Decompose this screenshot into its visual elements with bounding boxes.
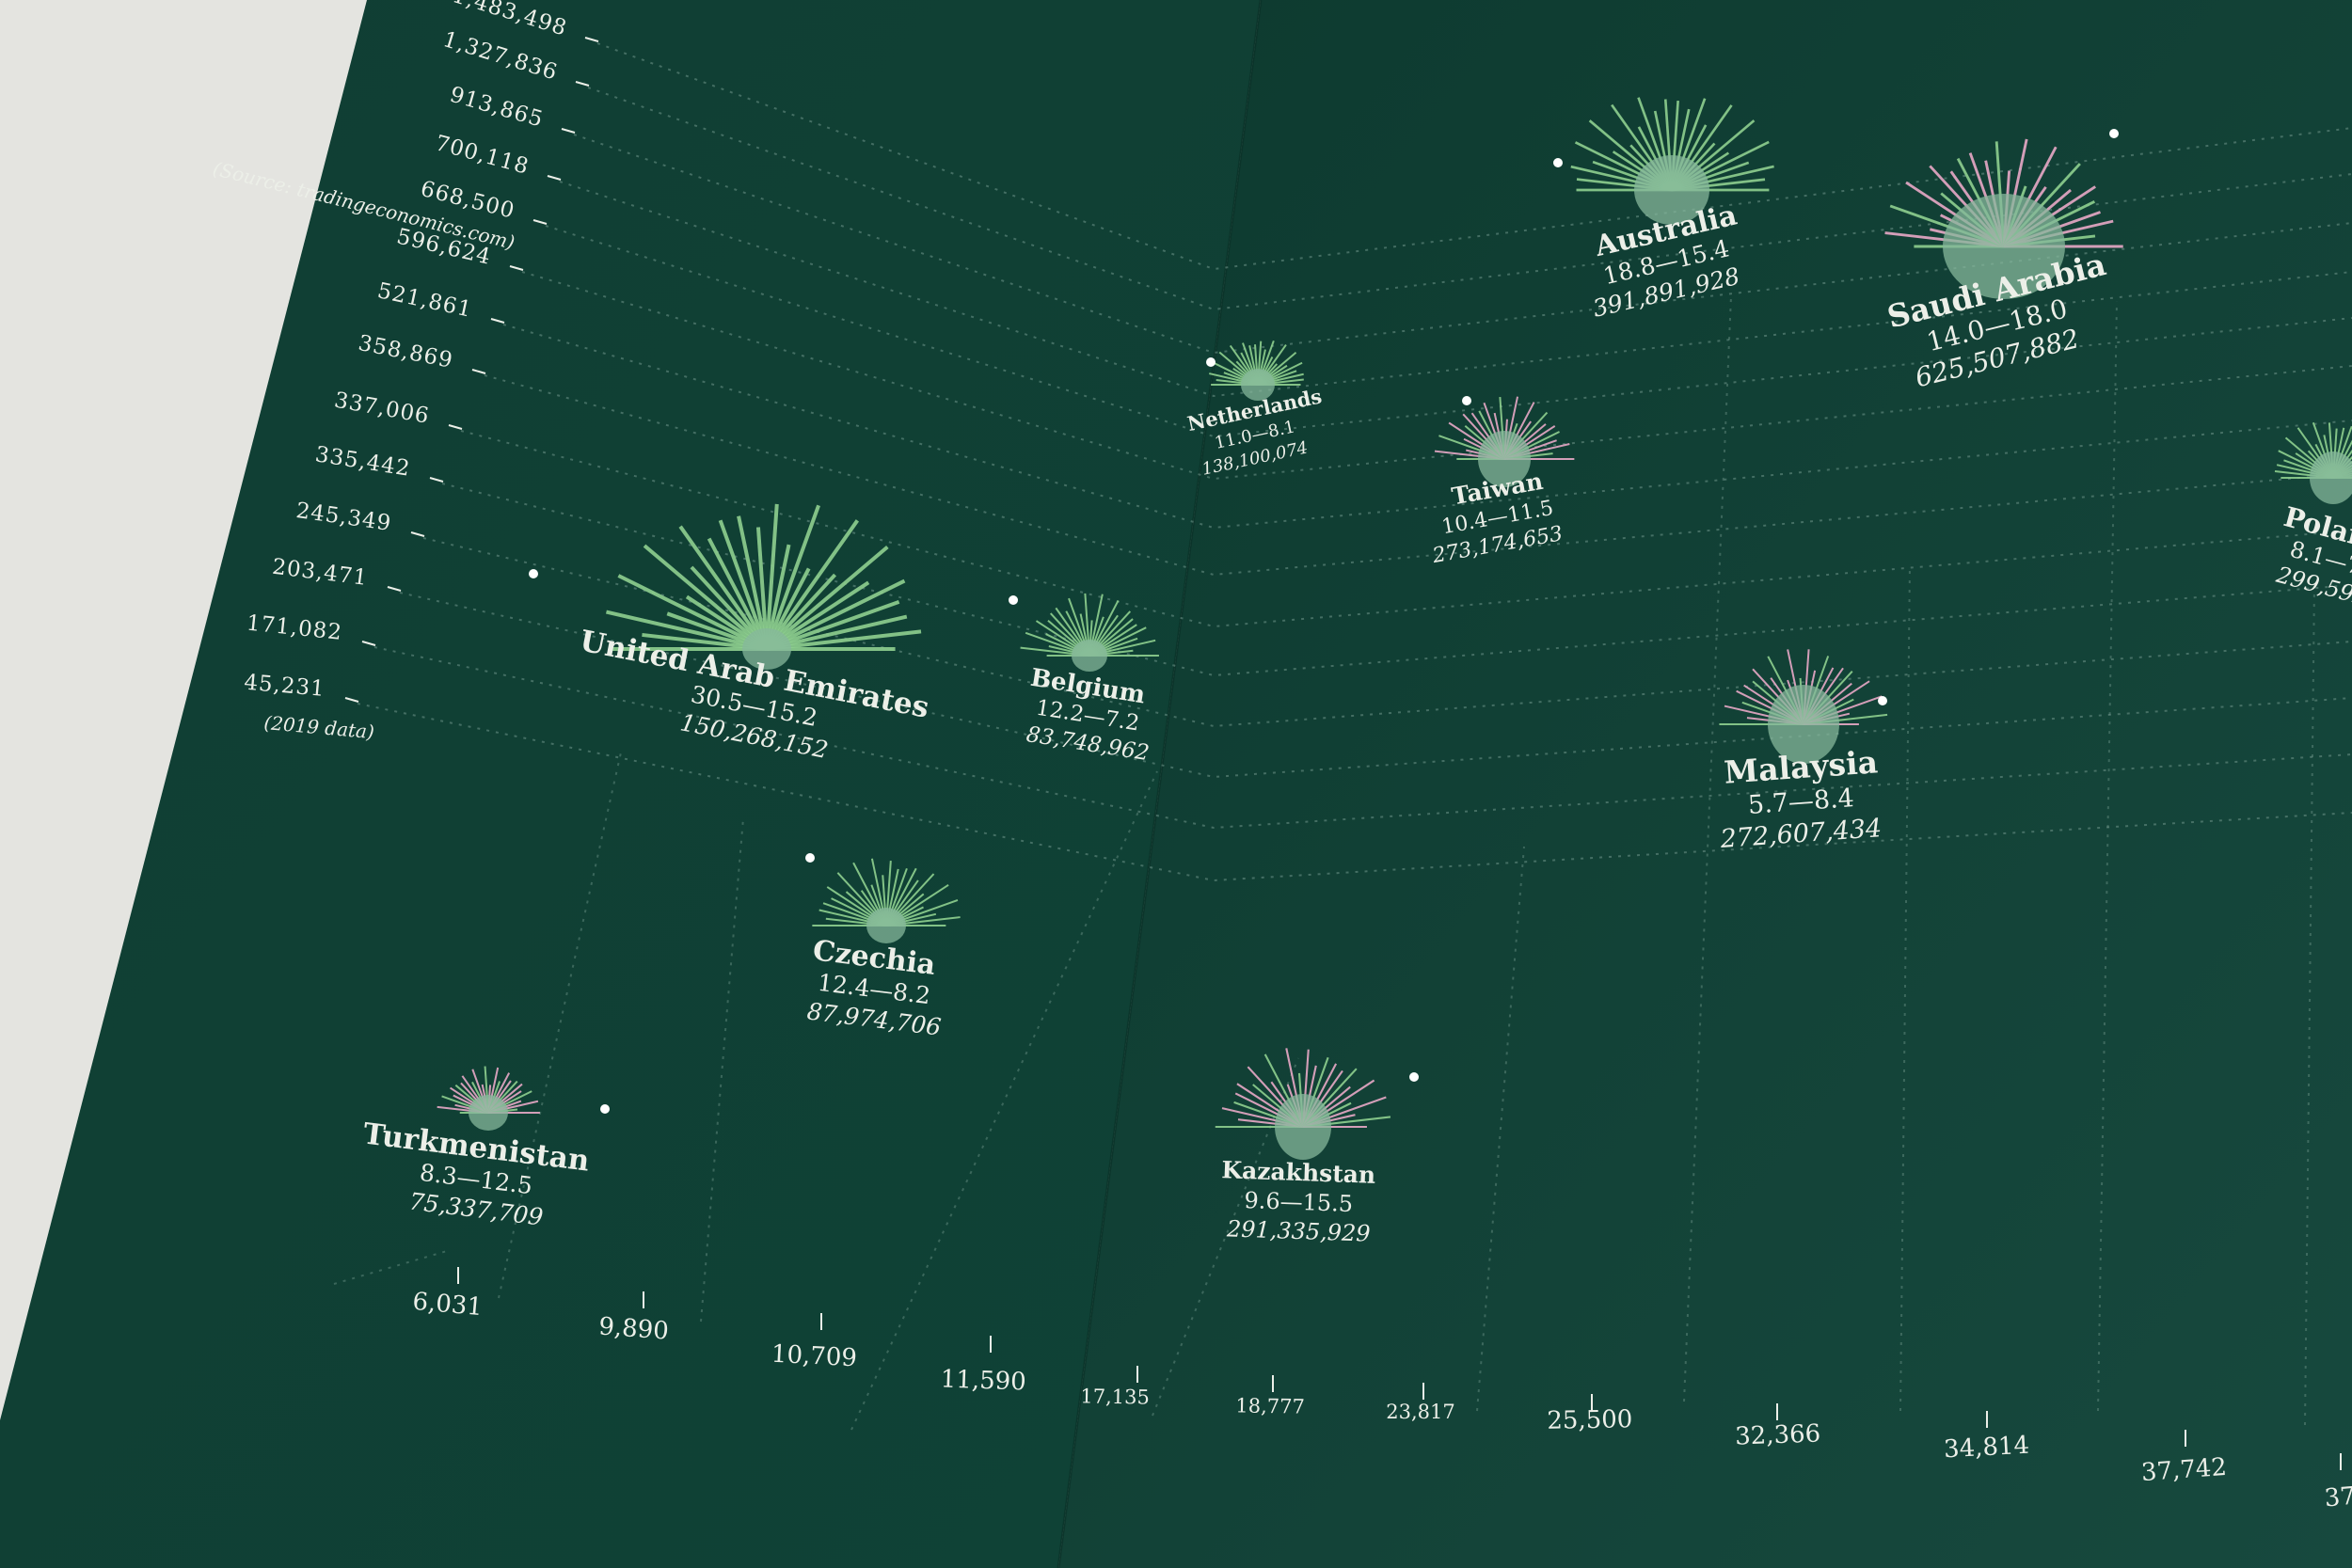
burst-bulb <box>1072 640 1107 672</box>
country-value: 291,335,929 <box>1225 1215 1371 1246</box>
burst-endpoint-dot <box>529 569 538 578</box>
burst-endpoint-dot <box>2109 129 2119 138</box>
burst-endpoint-dot <box>600 1104 610 1114</box>
burst-endpoint-dot <box>1462 396 1471 405</box>
x-tick-label: 32,366 <box>1735 1419 1821 1450</box>
burst-bulb <box>1275 1094 1331 1160</box>
burst-endpoint-dot <box>1206 357 1216 367</box>
country-range: 9.6—15.5 <box>1244 1187 1354 1217</box>
burst-bulb <box>469 1095 508 1131</box>
infographic-photo: 1,483,4981,327,836913,865700,118668,500(… <box>0 0 2352 1568</box>
burst-endpoint-dot <box>1553 158 1563 167</box>
x-tick-label: 37 <box>2324 1482 2352 1513</box>
x-tick-label: 25,500 <box>1547 1405 1632 1435</box>
x-tick-label: 17,135 <box>1080 1385 1150 1408</box>
x-tick-label: 37,742 <box>2140 1453 2228 1487</box>
x-tick-label: 11,590 <box>940 1365 1026 1396</box>
country-name: Kazakhstan <box>1221 1156 1376 1189</box>
x-tick-label: 9,890 <box>597 1312 669 1345</box>
burst-endpoint-dot <box>1409 1072 1419 1082</box>
x-tick-label: 23,817 <box>1386 1401 1454 1423</box>
burst-endpoint-dot <box>1878 696 1887 705</box>
x-tick-label: 34,814 <box>1943 1432 2029 1465</box>
burst-bulb <box>866 908 906 943</box>
burst-endpoint-dot <box>805 853 815 863</box>
burst-endpoint-dot <box>1009 595 1018 605</box>
x-tick-label: 10,709 <box>771 1340 857 1373</box>
x-tick-label: 18,777 <box>1235 1394 1305 1418</box>
